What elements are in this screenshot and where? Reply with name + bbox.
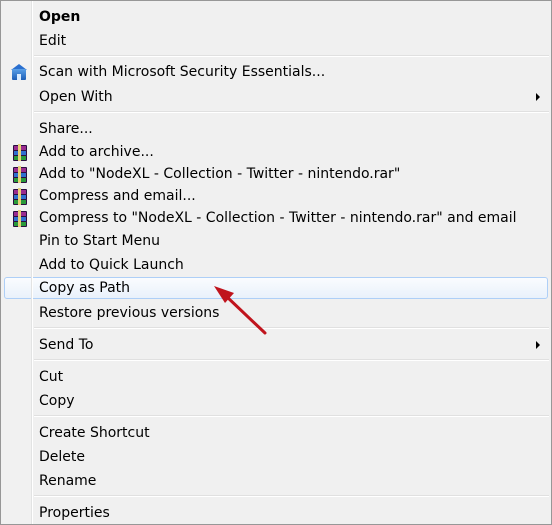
menu-item-label: Cut bbox=[39, 369, 64, 385]
menu-item-label: Restore previous versions bbox=[39, 305, 220, 321]
menu-item-compress-to-rar-and-email[interactable]: Compress to "NodeXL - Collection - Twitt… bbox=[4, 207, 548, 229]
menu-item-share[interactable]: Share... bbox=[4, 118, 548, 140]
menu-item-compress-and-email[interactable]: Compress and email... bbox=[4, 185, 548, 207]
menu-item-delete[interactable]: Delete bbox=[4, 446, 548, 468]
menu-separator bbox=[34, 327, 549, 329]
menu-item-scan-mse[interactable]: Scan with Microsoft Security Essentials.… bbox=[4, 61, 548, 83]
menu-separator bbox=[34, 359, 549, 361]
menu-item-label: Share... bbox=[39, 121, 93, 137]
winrar-icon bbox=[10, 166, 28, 183]
microsoft-security-essentials-icon bbox=[10, 64, 28, 80]
menu-item-label: Pin to Start Menu bbox=[39, 233, 160, 249]
menu-item-add-to-rar[interactable]: Add to "NodeXL - Collection - Twitter - … bbox=[4, 163, 548, 185]
menu-item-label: Copy as Path bbox=[39, 280, 131, 296]
menu-item-label: Compress to "NodeXL - Collection - Twitt… bbox=[39, 210, 517, 226]
submenu-arrow-icon bbox=[536, 341, 540, 349]
menu-item-label: Add to Quick Launch bbox=[39, 257, 184, 273]
menu-item-label: Open With bbox=[39, 89, 113, 105]
context-menu: Open Edit Scan with Microsoft Security E… bbox=[0, 0, 552, 525]
menu-item-label: Create Shortcut bbox=[39, 425, 150, 441]
menu-separator bbox=[34, 111, 549, 113]
menu-item-label: Copy bbox=[39, 393, 75, 409]
menu-item-label: Rename bbox=[39, 473, 97, 489]
menu-item-label: Edit bbox=[39, 33, 67, 49]
menu-item-pin-to-start[interactable]: Pin to Start Menu bbox=[4, 230, 548, 252]
menu-item-cut[interactable]: Cut bbox=[4, 366, 548, 388]
menu-item-label: Properties bbox=[39, 505, 110, 521]
menu-separator bbox=[34, 495, 549, 497]
menu-item-properties[interactable]: Properties bbox=[4, 502, 548, 524]
menu-item-open[interactable]: Open bbox=[4, 6, 548, 28]
menu-item-add-to-archive[interactable]: Add to archive... bbox=[4, 141, 548, 163]
menu-item-label: Add to "NodeXL - Collection - Twitter - … bbox=[39, 166, 401, 182]
menu-item-restore-previous-versions[interactable]: Restore previous versions bbox=[4, 302, 548, 324]
menu-separator bbox=[34, 55, 549, 57]
menu-item-label: Add to archive... bbox=[39, 144, 154, 160]
menu-item-open-with[interactable]: Open With bbox=[4, 86, 548, 108]
winrar-icon bbox=[10, 210, 28, 227]
menu-item-label: Open bbox=[39, 9, 81, 25]
menu-separator bbox=[34, 415, 549, 417]
menu-item-send-to[interactable]: Send To bbox=[4, 334, 548, 356]
menu-item-label: Scan with Microsoft Security Essentials.… bbox=[39, 64, 326, 80]
winrar-icon bbox=[10, 188, 28, 205]
menu-item-add-to-quick-launch[interactable]: Add to Quick Launch bbox=[4, 254, 548, 276]
menu-item-label: Delete bbox=[39, 449, 85, 465]
menu-item-label: Compress and email... bbox=[39, 188, 196, 204]
menu-item-copy-as-path[interactable]: Copy as Path bbox=[4, 277, 548, 299]
menu-item-copy[interactable]: Copy bbox=[4, 390, 548, 412]
menu-item-edit[interactable]: Edit bbox=[4, 30, 548, 52]
menu-item-rename[interactable]: Rename bbox=[4, 470, 548, 492]
menu-item-label: Send To bbox=[39, 337, 94, 353]
submenu-arrow-icon bbox=[536, 93, 540, 101]
winrar-icon bbox=[10, 144, 28, 161]
menu-item-create-shortcut[interactable]: Create Shortcut bbox=[4, 422, 548, 444]
